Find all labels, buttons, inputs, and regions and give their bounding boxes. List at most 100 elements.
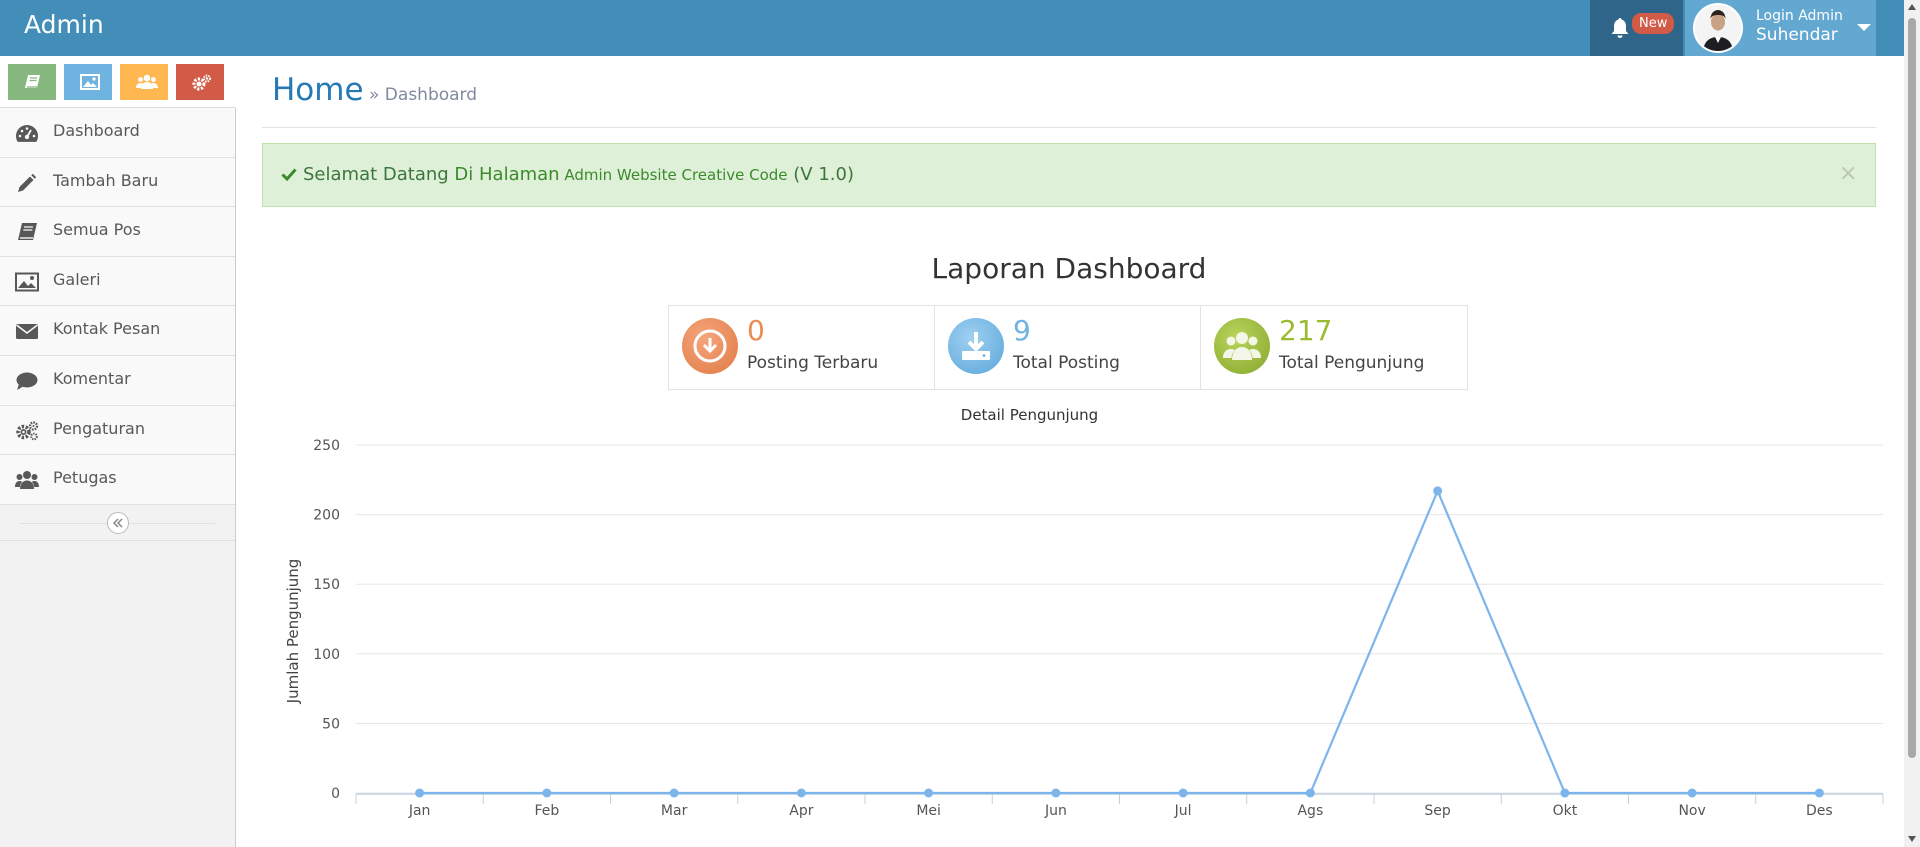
y-tick-label: 200 <box>313 508 340 524</box>
sidebar-collapse <box>0 505 235 541</box>
pencil-icon <box>18 173 37 192</box>
sidebar-shortcuts <box>0 56 236 108</box>
data-point <box>1433 486 1443 496</box>
cogs-icon <box>16 420 39 440</box>
user-name: Suhendar <box>1756 25 1838 45</box>
x-tick-label: Jun <box>1044 803 1067 819</box>
users-icon <box>1214 318 1270 374</box>
stat-total-pengunjung: 217 Total Pengunjung <box>1201 306 1467 389</box>
data-point <box>924 788 934 798</box>
data-point <box>1305 788 1315 798</box>
sidebar-item-petugas[interactable]: Petugas <box>0 455 235 505</box>
book-icon <box>25 75 40 88</box>
sidebar-item-label: Kontak Pesan <box>53 319 161 339</box>
sidebar-nav: Dashboard Tambah Baru Semua Pos Galeri K… <box>0 108 235 505</box>
breadcrumb[interactable]: » Dashboard <box>369 85 477 105</box>
sidebar-collapse-button[interactable] <box>107 512 129 534</box>
sidebar: Dashboard Tambah Baru Semua Pos Galeri K… <box>0 56 236 847</box>
x-tick-label: Apr <box>789 803 813 819</box>
y-tick-label: 150 <box>313 577 340 593</box>
x-tick-label: Jan <box>408 803 431 819</box>
x-tick-label: Des <box>1806 803 1833 819</box>
sidebar-item-label: Semua Pos <box>53 220 141 240</box>
y-tick-label: 250 <box>313 438 340 454</box>
shortcut-gallery-button[interactable] <box>62 62 114 102</box>
alert-message: Selamat Datang Di Halaman Admin Website … <box>303 164 854 185</box>
stat-label: Total Posting <box>1013 353 1120 373</box>
data-point <box>1178 788 1188 798</box>
x-tick-label: Ags <box>1297 803 1323 819</box>
book-icon <box>18 223 37 241</box>
sidebar-item-label: Petugas <box>53 468 117 488</box>
visitors-line-chart: Detail Pengunjung 0 50 100 150 200 250 Jan Feb Ma… <box>284 406 1884 819</box>
stat-total-posting: 9 Total Posting <box>935 306 1201 389</box>
envelope-icon <box>16 324 38 340</box>
sidebar-item-semua-pos[interactable]: Semua Pos <box>0 207 235 257</box>
stat-label: Total Pengunjung <box>1279 353 1425 373</box>
data-point <box>669 788 679 798</box>
header-divider <box>262 127 1876 128</box>
x-tick-label: Mei <box>916 803 941 819</box>
download-icon <box>948 318 1004 374</box>
notification-badge: New <box>1632 13 1675 34</box>
chart-title: Detail Pengunjung <box>961 406 1098 424</box>
sidebar-item-label: Dashboard <box>53 121 140 140</box>
sidebar-item-label: Pengaturan <box>53 418 145 438</box>
close-icon[interactable]: × <box>1839 161 1857 186</box>
alert-highlight: Di Halaman <box>454 164 560 185</box>
stat-value: 0 <box>747 314 765 347</box>
picture-icon <box>80 74 100 90</box>
page-scrollbar[interactable] <box>1904 0 1920 847</box>
sidebar-item-tambah-baru[interactable]: Tambah Baru <box>0 157 235 208</box>
data-point <box>542 788 552 798</box>
y-tick-label: 0 <box>331 786 340 802</box>
scroll-down-arrow-icon[interactable] <box>1908 836 1916 842</box>
stats-row: 0 Posting Terbaru 9 Total Posting 217 To… <box>668 305 1468 390</box>
shortcut-posts-button[interactable] <box>6 62 58 102</box>
user-menu[interactable]: Login Admin Suhendar <box>1685 0 1876 56</box>
scrollbar-thumb[interactable] <box>1908 18 1916 758</box>
users-icon <box>136 74 158 89</box>
sidebar-item-dashboard[interactable]: Dashboard <box>0 108 235 158</box>
scroll-up-arrow-icon[interactable] <box>1908 4 1916 10</box>
stat-value: 217 <box>1279 314 1333 347</box>
caret-down-icon <box>1857 24 1871 31</box>
alert-small: Admin Website Creative Code <box>559 166 788 184</box>
dashboard-icon <box>16 125 39 142</box>
visitors-chart: Detail Pengunjung 0 50 100 150 200 250 Jan Feb Ma… <box>262 400 1902 847</box>
stat-value: 9 <box>1013 314 1031 347</box>
alert-prefix: Selamat Datang <box>303 164 455 185</box>
dashboard-title: Laporan Dashboard <box>931 252 1207 285</box>
series-line <box>419 488 1820 795</box>
x-tick-label: Nov <box>1678 803 1705 819</box>
welcome-alert: Selamat Datang Di Halaman Admin Website … <box>262 143 1876 207</box>
x-tick-label: Jul <box>1174 803 1192 819</box>
x-tick-label: Feb <box>534 803 559 819</box>
shortcut-settings-button[interactable] <box>174 62 226 102</box>
comment-icon <box>16 372 38 390</box>
sidebar-item-kontak-pesan[interactable]: Kontak Pesan <box>0 306 235 356</box>
x-tick-label: Okt <box>1553 803 1578 819</box>
notifications-button[interactable]: New <box>1590 0 1683 56</box>
y-tick-label: 50 <box>322 716 340 732</box>
x-tick-label: Mar <box>661 803 688 819</box>
brand-logo[interactable]: Admin <box>24 10 104 39</box>
data-point <box>796 788 806 798</box>
data-point <box>1687 788 1697 798</box>
shortcut-users-button[interactable] <box>118 62 170 102</box>
sidebar-item-komentar[interactable]: Komentar <box>0 355 235 406</box>
sidebar-item-label: Komentar <box>53 368 131 388</box>
x-tick-label: Sep <box>1424 803 1451 819</box>
data-point <box>1051 788 1061 798</box>
alert-suffix: (V 1.0) <box>787 164 854 185</box>
bell-icon <box>1611 18 1629 38</box>
avatar <box>1693 3 1743 53</box>
users-icon <box>15 471 39 490</box>
y-axis-label: Jumlah Pengunjung <box>284 559 302 705</box>
user-role-label: Login Admin <box>1756 8 1843 24</box>
top-navbar: Admin New Login Admin Suhendar <box>0 0 1904 56</box>
sidebar-item-pengaturan[interactable]: Pengaturan <box>0 405 235 456</box>
double-chevron-left-icon <box>112 518 123 528</box>
cogs-icon <box>192 74 211 91</box>
page-title: Home <box>272 72 364 108</box>
